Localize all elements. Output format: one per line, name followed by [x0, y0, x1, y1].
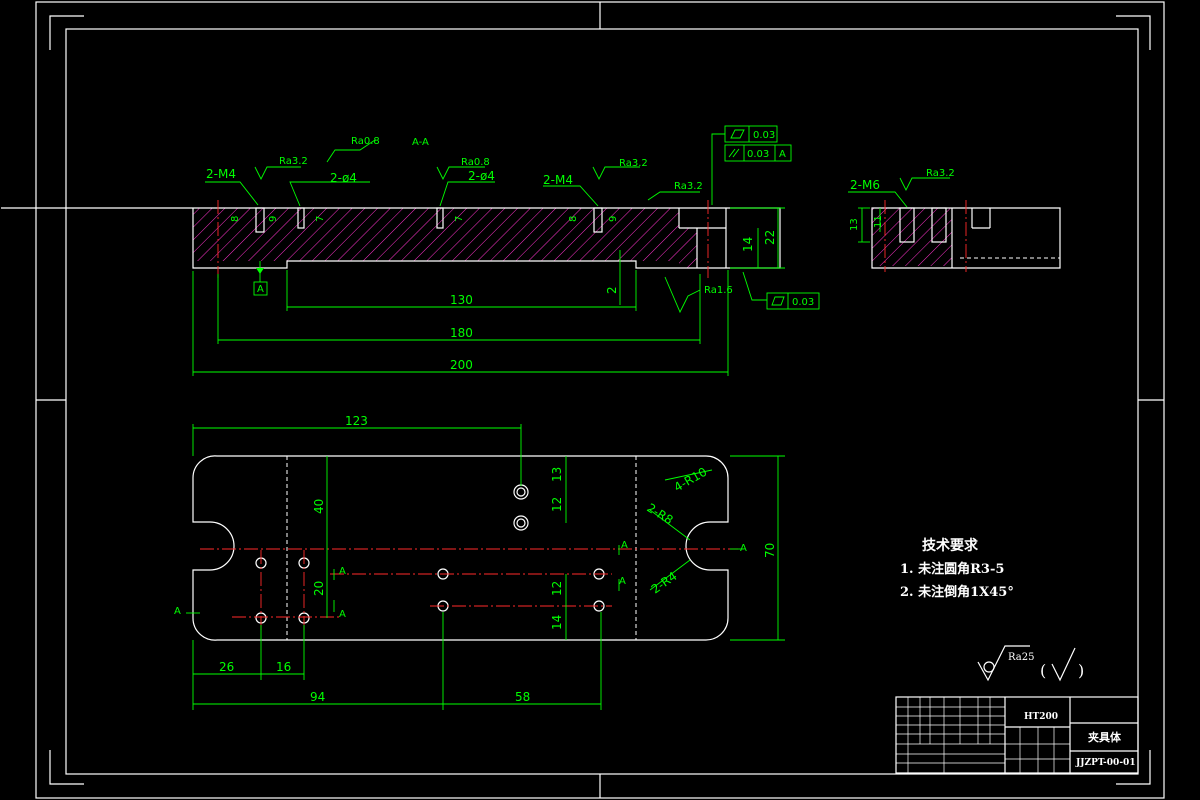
dim-9a: 9: [268, 216, 279, 222]
dim-130: 130: [450, 293, 473, 307]
plan-section-mark-mid-top: A: [339, 566, 346, 577]
technical-notes: 技术要求 1. 未注圆角R3-5 2. 未注倒角1X45°: [900, 537, 1014, 600]
side-dim-13: 13: [849, 218, 860, 231]
plan-section-mark-mid-bot: A: [339, 609, 346, 620]
title-part-name: 夹具体: [1088, 730, 1122, 744]
plan-section-mark-mid-right: A: [619, 576, 626, 587]
roughness-ra32-b: Ra3.2: [619, 158, 648, 169]
callout-d4-mid: 2-ø4: [468, 169, 495, 183]
dim-9b: 9: [608, 216, 619, 222]
dim-7b: 7: [454, 216, 465, 222]
plan-dim-14: 14: [550, 615, 564, 630]
plan-dim-26: 26: [219, 660, 234, 674]
callout-d4-left: 2-ø4: [330, 171, 357, 185]
plan-radius-r8: 2-R8: [644, 501, 675, 528]
dim-2: 2: [605, 286, 619, 294]
plan-dim-16: 16: [276, 660, 291, 674]
title-material: HT200: [1024, 712, 1058, 722]
plan-dim-12a: 12: [550, 497, 564, 512]
notes-line-1: 1. 未注圆角R3-5: [900, 561, 1004, 577]
side-roughness-ra32: Ra3.2: [926, 168, 955, 179]
tol-flatness-value: 0.03: [753, 130, 775, 141]
plan-radius-r10: 4-R10: [672, 465, 710, 495]
dim-22: 22: [763, 230, 777, 245]
section-hatch: [193, 208, 679, 261]
notes-line-2: 2. 未注倒角1X45°: [900, 584, 1014, 600]
general-roughness-label: Ra25: [1008, 652, 1034, 663]
side-dim-11: 11: [873, 215, 884, 228]
plan-view: 123 13 12 40 20 12 14 70 26 16 94 58 4-R…: [174, 414, 785, 710]
plan-radius-r4: 2-R4: [649, 569, 680, 596]
plan-dim-94: 94: [310, 690, 325, 704]
datum-a-label: A: [257, 284, 264, 295]
plan-section-mark-left: A: [174, 606, 181, 617]
roughness-ra16: Ra1.6: [704, 285, 733, 296]
notes-title: 技术要求: [922, 537, 979, 554]
callout-m4-right: 2-M4: [543, 173, 573, 187]
plan-dim-12b: 12: [550, 581, 564, 596]
side-view: 2-M6 Ra3.2 13 11: [848, 168, 1061, 272]
plan-dim-58: 58: [515, 690, 530, 704]
tol-flatness2-value: 0.03: [792, 297, 814, 308]
dim-14: 14: [741, 237, 755, 252]
dim-8a: 8: [230, 216, 241, 222]
cad-drawing: A-A 200 180 130 2 22 14 8 9 7 7 8 9 2-M4…: [1, 1, 1165, 799]
plan-dim-70: 70: [763, 543, 777, 558]
section-view: A-A 200 180 130 2 22 14 8 9 7 7 8 9 2-M4…: [1, 125, 820, 376]
title-drawing-number: JJZPT-00-01: [1075, 758, 1136, 768]
callout-m4-left: 2-M4: [206, 167, 236, 181]
dim-8b: 8: [568, 216, 579, 222]
general-roughness-paren-left: (: [1040, 661, 1046, 680]
plan-section-mark-top-right: A: [621, 540, 628, 551]
dim-180: 180: [450, 326, 473, 340]
drawing-frame: [35, 1, 1165, 799]
section-hatch-right: [679, 228, 697, 268]
roughness-ra32-a: Ra3.2: [279, 156, 308, 167]
roughness-ra08-b: Ra0.8: [461, 157, 490, 168]
plan-dim-13: 13: [550, 467, 564, 482]
plan-section-mark-right: A: [740, 543, 747, 554]
tol-parallel-value: 0.03: [747, 149, 769, 160]
side-callout-m6: 2-M6: [850, 178, 880, 192]
dim-7a: 7: [315, 216, 326, 222]
plan-dim-20: 20: [312, 581, 326, 596]
roughness-ra08-a: Ra0.8: [351, 136, 380, 147]
plan-dim-40: 40: [312, 499, 326, 514]
general-roughness-paren-right: ): [1078, 661, 1084, 680]
dim-200: 200: [450, 358, 473, 372]
plan-dim-123: 123: [345, 414, 368, 428]
roughness-ra32-c: Ra3.2: [674, 181, 703, 192]
plan-outline: [192, 455, 729, 641]
tol-parallel-datum: A: [779, 149, 786, 160]
section-title: A-A: [412, 137, 429, 148]
